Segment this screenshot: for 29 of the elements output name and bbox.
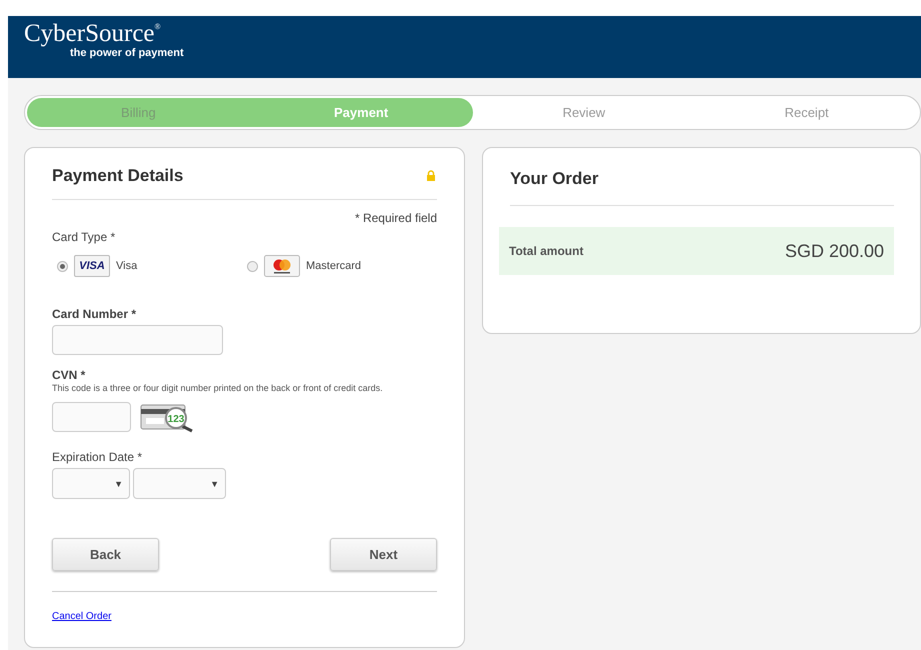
nav-button[interactable]: Back (52, 538, 159, 571)
logo-text: CyberSource$^{®}$ (24, 20, 162, 47)
progress-step: Receipt (695, 98, 918, 127)
card-title: Your Order (510, 168, 598, 188)
nav-button[interactable]: Next (330, 538, 438, 571)
tagline: the power of payment (70, 47, 185, 59)
progress-step: Payment (250, 98, 472, 127)
total-label: Total amount (509, 244, 584, 258)
field-label: Card Type * (52, 230, 116, 244)
dropdown[interactable]: ▼ (52, 468, 130, 499)
cvn-hint: This code is a three or four digit number printed on the back or front of credit cards. (52, 384, 384, 393)
radio-label: Visa (116, 260, 138, 272)
field-label: CVN * (52, 368, 86, 382)
cvn-field[interactable] (52, 402, 131, 432)
field-label: Expiration Date * (52, 450, 144, 464)
card-number-field[interactable] (52, 325, 223, 355)
radio-button[interactable] (247, 260, 258, 272)
radio-label: Mastercard (306, 260, 362, 272)
field-label: Card Number * (52, 307, 138, 321)
visa-logo-icon: VISA (74, 255, 110, 277)
lock-icon (427, 170, 436, 181)
radio-button[interactable] (57, 260, 68, 272)
dropdown[interactable]: ▼ (133, 468, 226, 499)
progress-step: Review (472, 98, 696, 127)
total-amount: SGD 200.00 (784, 240, 884, 262)
cancel-link[interactable]: Cancel Order (52, 611, 112, 622)
required-note: * Required field (354, 211, 438, 225)
mastercard-logo-icon (264, 255, 300, 277)
card-title: Payment Details (52, 166, 184, 186)
